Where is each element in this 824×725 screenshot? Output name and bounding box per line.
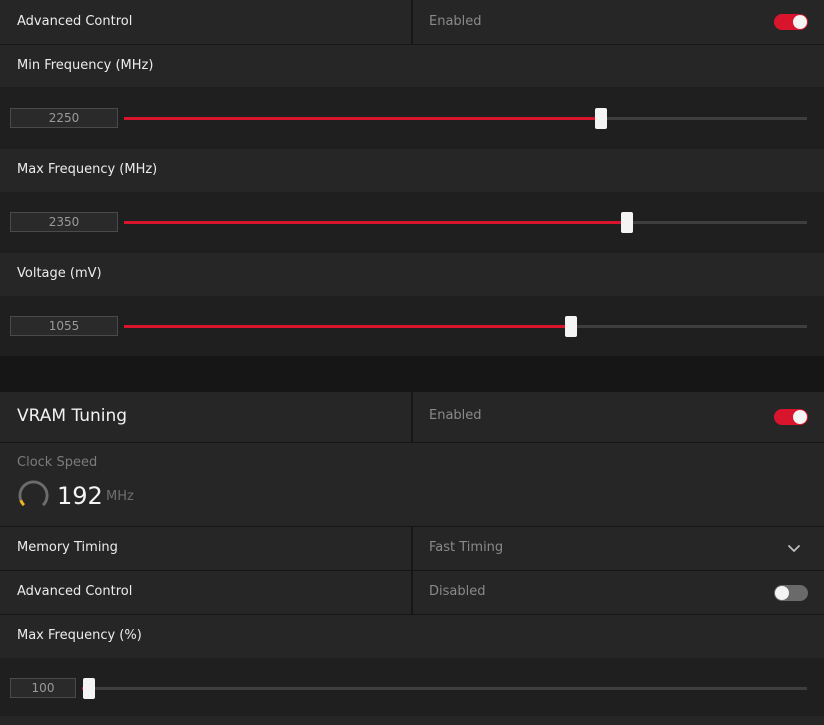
vram-advanced-control-row: Advanced Control Disabled: [0, 571, 824, 614]
max-frequency-pct-header: Max Frequency (%): [0, 615, 824, 658]
max-frequency-header: Max Frequency (MHz): [0, 150, 824, 192]
max-frequency-label: Max Frequency (MHz): [17, 162, 158, 177]
vram-tuning-toggle[interactable]: [774, 409, 808, 425]
vram-tuning-title: VRAM Tuning: [17, 406, 128, 426]
vram-advanced-control-toggle[interactable]: [774, 585, 808, 601]
max-frequency-pct-input[interactable]: 100: [10, 678, 76, 698]
vram-tuning-header: VRAM Tuning Enabled: [0, 392, 824, 442]
column-divider: [411, 0, 413, 44]
voltage-header: Voltage (mV): [0, 254, 824, 296]
max-frequency-slider-row: 2350: [0, 192, 824, 253]
vram-tuning-panel: VRAM Tuning Enabled Clock Speed Memory T…: [0, 392, 824, 725]
voltage-input[interactable]: 1055: [10, 316, 118, 336]
min-frequency-header: Min Frequency (MHz): [0, 45, 824, 87]
max-frequency-pct-slider-row: 100: [0, 658, 824, 716]
max-frequency-pct-label: Max Frequency (%): [17, 628, 142, 643]
slider-thumb[interactable]: [564, 316, 577, 337]
slider-thumb[interactable]: [594, 108, 607, 129]
vram-advanced-control-status: Disabled: [429, 584, 486, 599]
advanced-control-label: Advanced Control: [17, 14, 133, 29]
clock-speed-label: Clock Speed: [17, 455, 98, 470]
min-frequency-input[interactable]: 2250: [10, 108, 118, 128]
memory-timing-row: Memory Timing Fast Timing: [0, 527, 824, 570]
vram-tuning-status: Enabled: [429, 408, 482, 423]
voltage-slider-row: 1055: [0, 296, 824, 356]
column-divider: [411, 527, 413, 570]
slider-thumb[interactable]: [83, 678, 96, 699]
gauge-icon: [18, 480, 49, 511]
max-frequency-input[interactable]: 2350: [10, 212, 118, 232]
voltage-slider[interactable]: [124, 316, 807, 337]
row-divider: [0, 442, 824, 443]
clock-speed-unit: MHz: [106, 489, 134, 504]
slider-fill: [124, 117, 601, 120]
clock-speed-value: 192: [57, 482, 103, 510]
toggle-knob: [775, 586, 789, 600]
max-frequency-pct-slider[interactable]: [82, 678, 807, 699]
memory-timing-label: Memory Timing: [17, 540, 118, 555]
min-frequency-slider-row: 2250: [0, 87, 824, 149]
advanced-control-row: Advanced Control Enabled: [0, 0, 824, 44]
toggle-knob: [793, 410, 807, 424]
voltage-label: Voltage (mV): [17, 266, 102, 281]
chevron-down-icon[interactable]: [786, 541, 802, 557]
slider-fill: [124, 325, 571, 328]
column-divider: [411, 571, 413, 614]
toggle-knob: [793, 15, 807, 29]
slider-fill: [124, 221, 627, 224]
vram-advanced-control-label: Advanced Control: [17, 584, 133, 599]
advanced-control-status: Enabled: [429, 14, 482, 29]
gpu-tuning-panel: Advanced Control Enabled Min Frequency (…: [0, 0, 824, 356]
max-frequency-slider[interactable]: [124, 212, 807, 233]
memory-timing-dropdown[interactable]: Fast Timing: [429, 540, 503, 555]
slider-thumb[interactable]: [620, 212, 633, 233]
min-frequency-label: Min Frequency (MHz): [17, 58, 154, 73]
advanced-control-toggle[interactable]: [774, 14, 808, 30]
column-divider: [411, 392, 413, 442]
min-frequency-slider[interactable]: [124, 108, 807, 129]
